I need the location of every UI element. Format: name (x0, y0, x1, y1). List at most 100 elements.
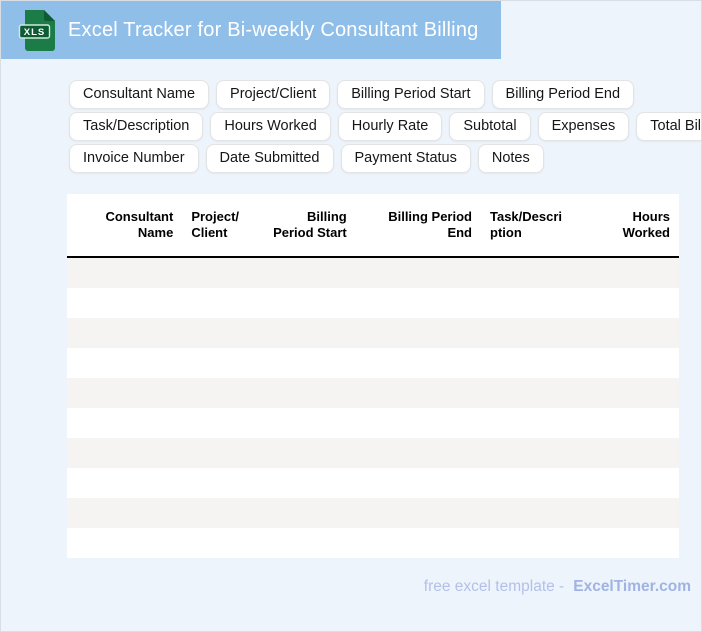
table-cell (67, 468, 171, 498)
table-cell (171, 288, 287, 318)
field-chip[interactable]: Expenses (537, 112, 630, 141)
table-cell (171, 378, 287, 408)
table-cell (359, 498, 461, 528)
column-header: Hours Worked (622, 208, 670, 240)
table-cell (171, 438, 287, 468)
field-chips: Consultant Name Project/Client Billing Per… (69, 80, 701, 176)
table-cell (461, 348, 587, 378)
table-cell (359, 438, 461, 468)
table-cell (67, 378, 171, 408)
field-chip[interactable]: Payment Status (340, 144, 471, 173)
footer: free excel template - ExcelTimer.com (424, 578, 691, 600)
field-chip[interactable]: Invoice Number (69, 144, 199, 173)
chip-row-3: Invoice Number Date Submitted Payment Stat… (69, 144, 699, 173)
page: XLS Excel Tracker for Bi-weekly Consulta… (0, 0, 702, 632)
table-cell (587, 318, 679, 348)
field-chip[interactable]: Billing Period Start (337, 80, 485, 109)
table-cell (587, 408, 679, 438)
field-chip[interactable]: Project/Client (216, 80, 331, 109)
table-cell (461, 528, 587, 558)
table-row (67, 378, 679, 408)
table-row (67, 348, 679, 378)
table-cell (67, 498, 171, 528)
table-row (67, 468, 679, 498)
table-cell (359, 378, 461, 408)
table-cell (171, 258, 287, 288)
table-cell (461, 468, 587, 498)
table-cell (359, 318, 461, 348)
table-cell (587, 438, 679, 468)
xls-badge-label: XLS (24, 27, 45, 38)
field-chip[interactable]: Total Billed (636, 112, 701, 141)
table-row (67, 318, 679, 348)
chip-row-1: Consultant Name Project/Client Billing Per… (69, 80, 699, 109)
table-row (67, 258, 679, 288)
xls-file-icon: XLS (18, 10, 55, 51)
table-cell (461, 408, 587, 438)
table-cell (171, 408, 287, 438)
table-cell (287, 288, 359, 318)
table-cell (587, 528, 679, 558)
field-chip[interactable]: Consultant Name (69, 80, 210, 109)
table-row (67, 498, 679, 528)
table-cell (359, 468, 461, 498)
table-cell (67, 408, 171, 438)
table-cell (461, 288, 587, 318)
field-chip[interactable]: Billing Period End (491, 80, 635, 109)
table-cell (171, 498, 287, 528)
table-cell (171, 318, 287, 348)
table-cell (287, 378, 359, 408)
table-cell (287, 408, 359, 438)
footer-brand-link[interactable]: ExcelTimer.com (573, 578, 691, 595)
table-row (67, 288, 679, 318)
page-title: Excel Tracker for Bi-weekly Consultant B… (68, 19, 479, 41)
table-cell (287, 528, 359, 558)
table-cell (461, 438, 587, 468)
table-cell (359, 348, 461, 378)
folded-corner (44, 10, 55, 21)
field-chip[interactable]: Notes (477, 144, 544, 173)
table-cell (171, 528, 287, 558)
table-cell (287, 258, 359, 288)
table-cell (359, 528, 461, 558)
column-header: Project/Client (191, 208, 240, 240)
table-cell (67, 258, 171, 288)
table-cell (587, 498, 679, 528)
table-body (67, 258, 679, 558)
table-cell (67, 528, 171, 558)
table-cell (461, 378, 587, 408)
column-header: Task/Description (490, 208, 563, 240)
table-row (67, 408, 679, 438)
field-chip[interactable]: Date Submitted (205, 144, 334, 173)
table-cell (67, 288, 171, 318)
field-chip[interactable]: Hours Worked (210, 112, 331, 141)
table-cell (461, 498, 587, 528)
column-header: Billing Period End (388, 208, 472, 240)
column-header: Billing Period Start (273, 208, 347, 240)
field-chip[interactable]: Hourly Rate (337, 112, 443, 141)
table-cell (587, 378, 679, 408)
header-band: XLS Excel Tracker for Bi-weekly Consulta… (1, 1, 501, 59)
table-cell (461, 258, 587, 288)
table-row (67, 438, 679, 468)
table-cell (359, 288, 461, 318)
table-cell (359, 258, 461, 288)
table-cell (171, 348, 287, 378)
table-cell (287, 438, 359, 468)
table-cell (587, 348, 679, 378)
field-chip[interactable]: Task/Description (69, 112, 204, 141)
table-cell (287, 468, 359, 498)
table-cell (587, 258, 679, 288)
table-cell (67, 318, 171, 348)
footer-text: free excel template - (423, 578, 565, 595)
table-cell (359, 408, 461, 438)
billing-table: Consultant Name Project/Client Billing Per… (67, 194, 679, 558)
table-row (67, 528, 679, 558)
field-chip[interactable]: Subtotal (449, 112, 531, 141)
table-cell (171, 468, 287, 498)
table-cell (587, 288, 679, 318)
table-header-row: Consultant Name Project/Client Billing Per… (67, 194, 679, 258)
table-cell (287, 498, 359, 528)
table-cell (587, 468, 679, 498)
table-cell (67, 348, 171, 378)
